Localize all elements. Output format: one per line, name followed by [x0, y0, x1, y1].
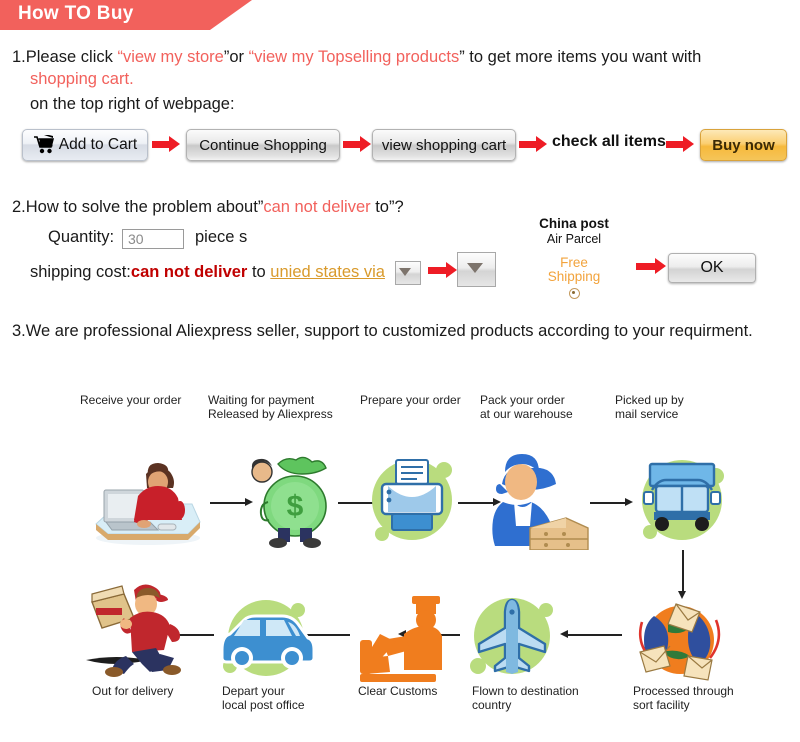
- flow-label-flown-to-destination: Flown to destination country: [472, 684, 579, 712]
- step-1-number: 1.: [12, 48, 26, 66]
- flow-label-processed-sort-facility: Processed through sort facility: [633, 684, 734, 712]
- shopping-cart-icon: [33, 134, 55, 154]
- money-bag-icon: $: [238, 450, 342, 550]
- view-shopping-cart-button[interactable]: view shopping cart: [372, 129, 516, 161]
- add-to-cart-label: Add to Cart: [58, 136, 138, 153]
- flow-arrow-5-icon: [560, 630, 622, 639]
- delivery-van-icon: [210, 588, 320, 684]
- printer-icon: [362, 446, 462, 550]
- shipping-cost-warning: can not deliver: [130, 263, 248, 281]
- quantity-unit-label: piece s: [195, 228, 248, 246]
- ok-label: OK: [700, 259, 724, 276]
- country-dropdown-small[interactable]: [395, 261, 421, 285]
- ok-button[interactable]: OK: [668, 253, 756, 283]
- quantity-input[interactable]: [122, 229, 184, 249]
- flow-label-waiting-payment: Waiting for payment Released by Aliexpre…: [208, 393, 333, 421]
- order-process-flowchart: Receive your order Waiting for payment R…: [0, 380, 800, 742]
- buy-now-label: Buy now: [712, 136, 775, 154]
- arrow-4-icon: [666, 136, 694, 153]
- banner-tail-shape: [210, 0, 252, 30]
- step-1-line-2: shopping cart.: [30, 70, 134, 88]
- courier-running-icon: [82, 578, 194, 682]
- view-shopping-cart-label: view shopping cart: [381, 136, 507, 154]
- mail-sorting-globe-icon: [632, 594, 728, 684]
- delivery-truck-icon: [630, 446, 734, 550]
- step-2-highlight: can not deliver: [263, 198, 371, 216]
- warehouse-worker-icon: [486, 446, 592, 551]
- free-shipping-line-2: Shipping: [547, 269, 601, 284]
- page-title: How TO Buy: [18, 3, 134, 24]
- customs-officer-icon: [352, 588, 444, 684]
- step-2-line-1: 2.How to solve the problem about”can not…: [12, 198, 404, 217]
- free-shipping-radio[interactable]: [568, 288, 580, 299]
- shipping-cost-label: shipping cost:: [30, 263, 131, 281]
- chevron-down-large-icon: [467, 263, 483, 273]
- flow-arrow-down-icon: [678, 550, 687, 600]
- step-3-text: We are professional Aliexpress seller, s…: [25, 322, 753, 340]
- shipping-carrier-name: China post: [539, 216, 609, 231]
- header-divider: [0, 30, 800, 33]
- add-to-cart-button[interactable]: Add to Cart: [22, 129, 148, 161]
- shipping-service-name: Air Parcel: [546, 232, 602, 246]
- flow-label-prepare-order: Prepare your order: [360, 393, 461, 407]
- shipping-cost-line: shipping cost:can not deliver to unied s…: [30, 263, 385, 282]
- step-2-number: 2.: [12, 198, 26, 216]
- shipping-cost-to: to: [247, 263, 271, 281]
- person-at-computer-icon: [88, 452, 206, 548]
- airplane-icon: [462, 586, 562, 686]
- flow-label-pack-order: Pack your order at our warehouse: [480, 393, 573, 421]
- shipping-method-dropdown[interactable]: [457, 252, 496, 287]
- step-1-line-1: 1.Please click “view my store”or “view m…: [12, 48, 701, 67]
- step-1-lead: Please click: [25, 48, 118, 66]
- step-2-text-before: How to solve the problem about”: [25, 198, 264, 216]
- arrow-2-icon: [343, 136, 371, 153]
- quantity-label: Quantity:: [48, 228, 115, 246]
- step-1-line-3: on the top right of webpage:: [30, 95, 235, 113]
- step-1-mid: or: [229, 48, 249, 66]
- link-view-my-store[interactable]: view my store: [123, 48, 224, 66]
- step-3-line: 3.We are professional Aliexpress seller,…: [12, 322, 753, 341]
- shipping-country-link[interactable]: unied states via: [270, 263, 385, 281]
- flow-label-picked-up: Picked up by mail service: [615, 393, 684, 421]
- flow-label-clear-customs: Clear Customs: [358, 684, 438, 698]
- svg-text:$: $: [287, 490, 304, 523]
- arrow-3-icon: [519, 136, 547, 153]
- link-view-my-topselling-products[interactable]: view my Topselling products: [254, 48, 459, 66]
- step-1-tail: to get more items you want with: [464, 48, 702, 66]
- flow-label-receive-order: Receive your order: [80, 393, 182, 407]
- arrow-6-icon: [636, 258, 668, 275]
- checkout-button-row: Add to Cart Continue Shopping view shopp…: [0, 129, 800, 169]
- check-all-items-text: check all items: [552, 133, 666, 150]
- chevron-down-icon: [399, 268, 411, 276]
- arrow-5-icon: [428, 262, 458, 279]
- flow-arrow-4-icon: [590, 498, 634, 507]
- arrow-1-icon: [152, 136, 180, 153]
- step-2-text-after: to”?: [370, 198, 404, 216]
- continue-shopping-label: Continue Shopping: [199, 136, 327, 154]
- free-shipping-line-1: Free: [560, 255, 588, 270]
- continue-shopping-button[interactable]: Continue Shopping: [186, 129, 340, 161]
- buy-now-button[interactable]: Buy now: [700, 129, 787, 161]
- flow-label-depart-post-office: Depart your local post office: [222, 684, 305, 712]
- flow-label-out-for-delivery: Out for delivery: [92, 684, 174, 698]
- shipping-carrier-panel: China post Air Parcel Free Shipping: [530, 216, 618, 299]
- step-3-number: 3.: [12, 322, 26, 340]
